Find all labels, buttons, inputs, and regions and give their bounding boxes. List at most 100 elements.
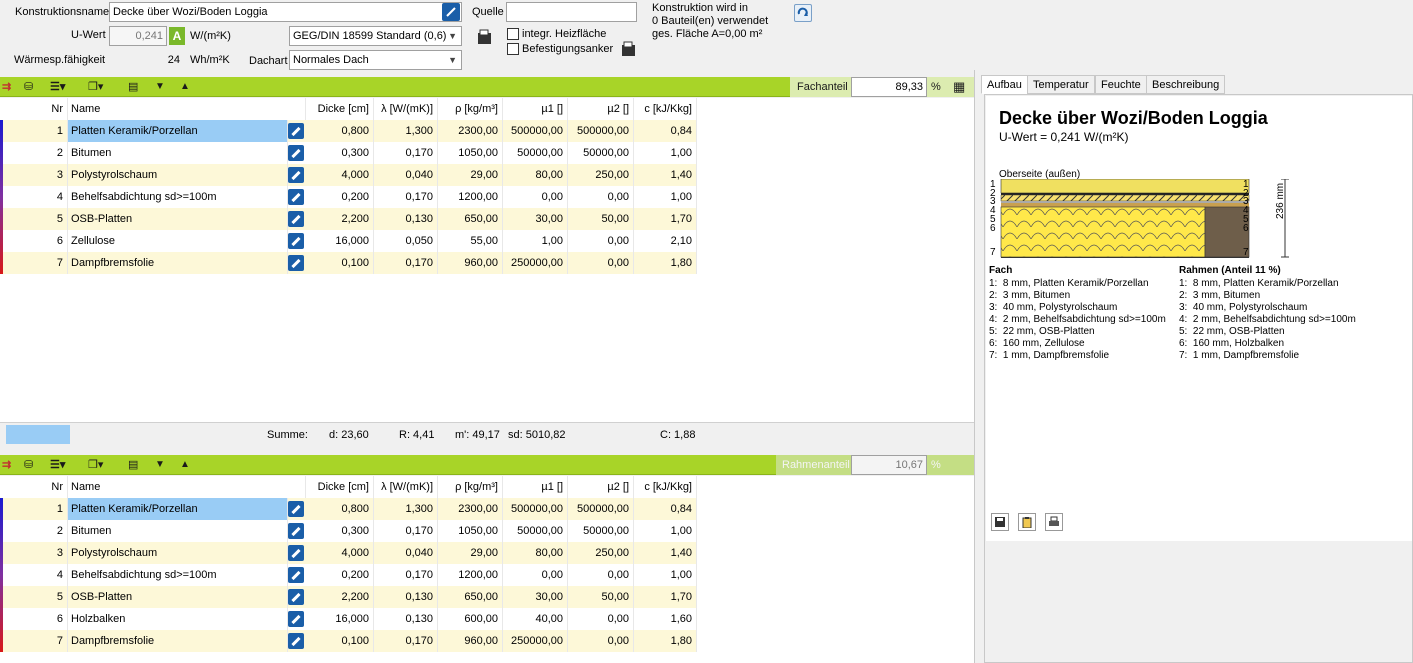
calculator-icon[interactable]: ▦ [953,79,965,95]
col-nr[interactable]: Nr [0,476,68,498]
cell-rho[interactable]: 1050,00 [438,142,503,164]
cell-name[interactable]: OSB-Platten [68,208,288,230]
calc-icon[interactable] [476,28,494,46]
insert-layer-icon[interactable]: ⇉ [2,79,11,95]
sort-icon[interactable]: ☰▾ [50,79,65,95]
cell-nr[interactable]: 3 [0,164,68,186]
cell-nr[interactable]: 5 [0,208,68,230]
col-name[interactable]: Name [68,98,306,120]
cell-c[interactable]: 1,70 [634,586,697,608]
cell-mu2[interactable]: 0,00 [568,252,634,274]
edit-material-icon[interactable] [288,567,304,583]
table-row[interactable]: 2 Bitumen 0,300 0,170 1050,00 50000,00 50000,0… [0,520,697,542]
cell-rho[interactable]: 650,00 [438,586,503,608]
col-mu2[interactable]: µ2 [] [568,476,634,498]
cell-c[interactable]: 1,00 [634,564,697,586]
cell-rho[interactable]: 1200,00 [438,564,503,586]
cell-lambda[interactable]: 0,040 [374,164,438,186]
cell-dicke[interactable]: 16,000 [306,230,374,252]
cell-name[interactable]: Holzbalken [68,608,288,630]
cell-name[interactable]: Behelfsabdichtung sd>=100m [68,564,288,586]
cell-mu1[interactable]: 500000,00 [503,120,568,142]
cell-name[interactable]: Polystyrolschaum [68,542,288,564]
cell-dicke[interactable]: 0,100 [306,630,374,652]
copy-icon[interactable]: ❐▾ [88,457,103,473]
cell-mu2[interactable]: 0,00 [568,630,634,652]
cell-c[interactable]: 1,80 [634,252,697,274]
cell-name[interactable]: Dampfbremsfolie [68,252,288,274]
cell-mu2[interactable]: 50000,00 [568,520,634,542]
norm-select[interactable]: GEG/DIN 18599 Standard (0,6) ▼ [289,26,462,46]
cell-mu2[interactable]: 0,00 [568,186,634,208]
calc2-icon[interactable] [620,40,638,58]
edit-material-icon[interactable] [288,233,304,249]
cell-rho[interactable]: 960,00 [438,252,503,274]
cell-mu2[interactable]: 0,00 [568,564,634,586]
col-c[interactable]: c [kJ/Kkg] [634,98,697,120]
cell-c[interactable]: 1,80 [634,630,697,652]
cell-lambda[interactable]: 0,050 [374,230,438,252]
tab-aufbau[interactable]: Aufbau [981,75,1028,94]
cell-name[interactable]: Bitumen [68,142,288,164]
cell-name[interactable]: Zellulose [68,230,288,252]
cell-c[interactable]: 1,40 [634,164,697,186]
print-icon[interactable] [1045,513,1063,531]
cell-name[interactable]: OSB-Platten [68,586,288,608]
table-row[interactable]: 4 Behelfsabdichtung sd>=100m 0,200 0,170 120… [0,186,697,208]
cell-mu1[interactable]: 50000,00 [503,142,568,164]
cell-dicke[interactable]: 4,000 [306,164,374,186]
cell-mu1[interactable]: 80,00 [503,164,568,186]
cell-lambda[interactable]: 0,130 [374,586,438,608]
database-icon[interactable]: ⛁ [24,457,33,473]
cell-lambda[interactable]: 0,130 [374,208,438,230]
cell-mu1[interactable]: 0,00 [503,186,568,208]
move-down-icon[interactable]: ▼ [155,79,165,95]
cell-rho[interactable]: 2300,00 [438,120,503,142]
col-mu2[interactable]: µ2 [] [568,98,634,120]
cell-mu1[interactable]: 250000,00 [503,252,568,274]
col-lambda[interactable]: λ [W/(mK)] [374,98,438,120]
tab-temperatur[interactable]: Temperatur [1027,75,1095,94]
cell-mu2[interactable]: 500000,00 [568,498,634,520]
clipboard-icon[interactable] [1018,513,1036,531]
cell-nr[interactable]: 7 [0,630,68,652]
edit-material-icon[interactable] [288,189,304,205]
col-rho[interactable]: ρ [kg/m³] [438,476,503,498]
cell-nr[interactable]: 6 [0,230,68,252]
befestigung-checkbox[interactable] [507,43,519,55]
cell-name[interactable]: Dampfbremsfolie [68,630,288,652]
paste-icon[interactable]: ▤ [128,457,138,473]
cell-rho[interactable]: 600,00 [438,608,503,630]
cell-dicke[interactable]: 0,200 [306,186,374,208]
col-rho[interactable]: ρ [kg/m³] [438,98,503,120]
quelle-input[interactable] [506,2,637,22]
cell-c[interactable]: 1,40 [634,542,697,564]
cell-dicke[interactable]: 16,000 [306,608,374,630]
table-row[interactable]: 5 OSB-Platten 2,200 0,130 650,00 30,00 50,00 1,… [0,586,697,608]
cell-nr[interactable]: 3 [0,542,68,564]
cell-name[interactable]: Platten Keramik/Porzellan [68,120,288,142]
col-mu1[interactable]: µ1 [] [503,476,568,498]
cell-rho[interactable]: 55,00 [438,230,503,252]
cell-mu2[interactable]: 500000,00 [568,120,634,142]
cell-nr[interactable]: 7 [0,252,68,274]
cell-dicke[interactable]: 0,100 [306,252,374,274]
cell-rho[interactable]: 1050,00 [438,520,503,542]
cell-lambda[interactable]: 1,300 [374,120,438,142]
insert-layer-icon[interactable]: ⇉ [2,457,11,473]
col-c[interactable]: c [kJ/Kkg] [634,476,697,498]
cell-lambda[interactable]: 0,170 [374,186,438,208]
edit-material-icon[interactable] [288,211,304,227]
cell-name[interactable]: Polystyrolschaum [68,164,288,186]
cell-mu1[interactable]: 40,00 [503,608,568,630]
fachanteil-input[interactable]: 89,33 [851,77,927,97]
cell-mu2[interactable]: 50,00 [568,208,634,230]
table-row[interactable]: 3 Polystyrolschaum 4,000 0,040 29,00 80,00 250… [0,164,697,186]
cell-c[interactable]: 1,00 [634,142,697,164]
edit-material-icon[interactable] [288,255,304,271]
cell-rho[interactable]: 960,00 [438,630,503,652]
cell-mu2[interactable]: 50,00 [568,586,634,608]
cell-nr[interactable]: 2 [0,142,68,164]
cell-mu1[interactable]: 80,00 [503,542,568,564]
cell-mu1[interactable]: 30,00 [503,208,568,230]
